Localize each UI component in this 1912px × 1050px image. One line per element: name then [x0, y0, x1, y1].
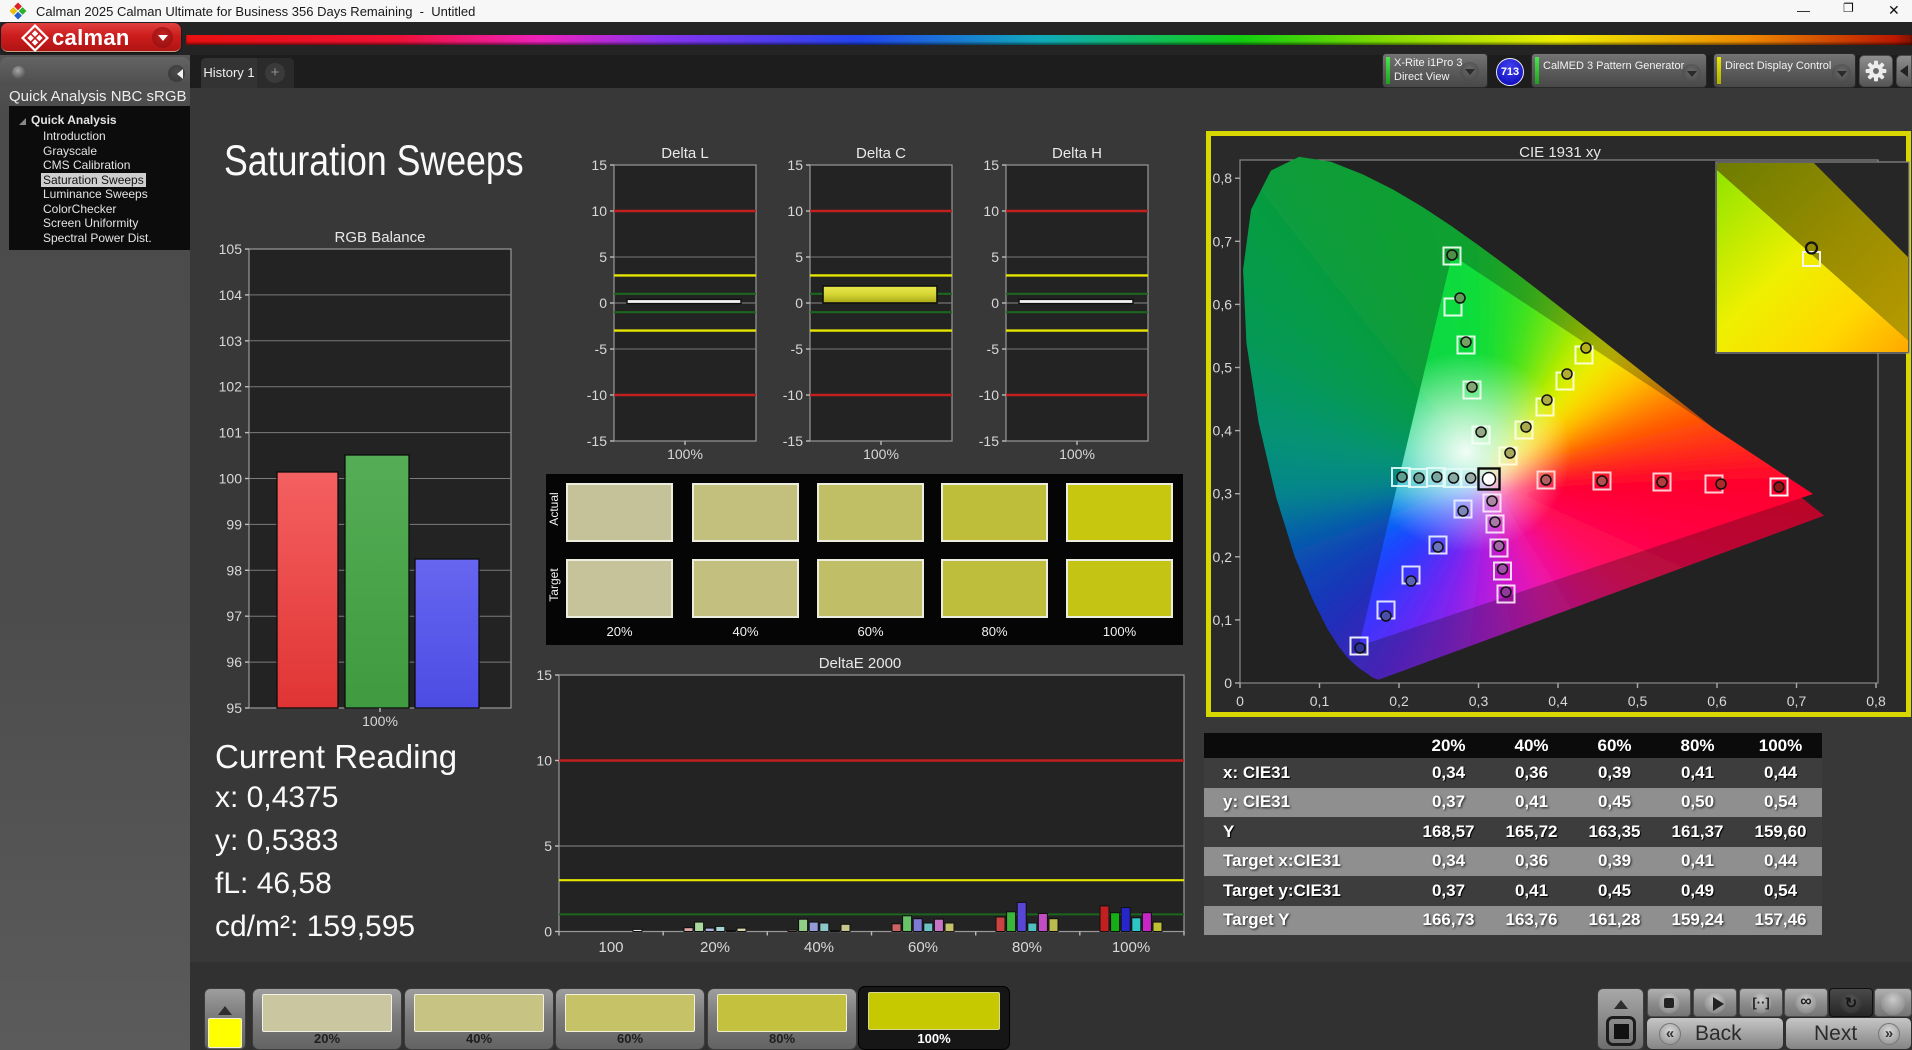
svg-text:0,7: 0,7 — [1787, 693, 1807, 709]
svg-text:0,4: 0,4 — [1213, 423, 1233, 439]
svg-text:0,6: 0,6 — [1707, 693, 1727, 709]
svg-text:0,8: 0,8 — [1213, 170, 1233, 186]
svg-text:0: 0 — [1236, 693, 1244, 709]
svg-text:0: 0 — [1224, 675, 1232, 691]
svg-text:0,4: 0,4 — [1548, 693, 1568, 709]
svg-text:0,5: 0,5 — [1628, 693, 1648, 709]
svg-text:0,6: 0,6 — [1213, 296, 1233, 312]
svg-text:0,1: 0,1 — [1310, 693, 1330, 709]
svg-text:0,3: 0,3 — [1469, 693, 1489, 709]
svg-text:0,8: 0,8 — [1866, 693, 1886, 709]
svg-text:0,2: 0,2 — [1213, 549, 1233, 565]
svg-text:0,2: 0,2 — [1389, 693, 1409, 709]
svg-text:0,5: 0,5 — [1213, 360, 1233, 376]
svg-text:0,7: 0,7 — [1213, 233, 1233, 249]
svg-text:0,1: 0,1 — [1213, 612, 1233, 628]
svg-text:CIE 1931 xy: CIE 1931 xy — [1519, 144, 1601, 161]
svg-text:0,3: 0,3 — [1213, 486, 1233, 502]
